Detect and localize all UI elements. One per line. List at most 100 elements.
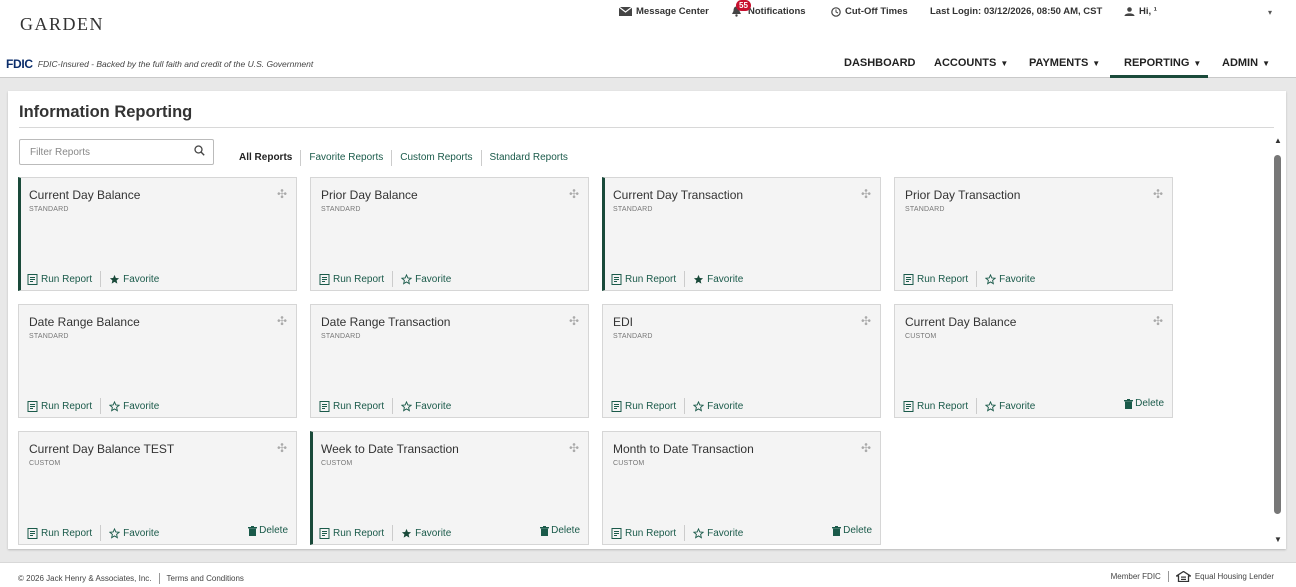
notifications-link[interactable]: 55 Notifications <box>731 0 806 17</box>
favorite-button[interactable]: Favorite <box>401 528 451 539</box>
star-outline-icon <box>109 400 121 412</box>
star-outline-icon <box>985 273 997 285</box>
run-report-button[interactable]: Run Report <box>903 273 968 285</box>
trash-icon <box>1124 398 1134 409</box>
tab-standard-reports[interactable]: Standard Reports <box>480 150 576 166</box>
run-report-button[interactable]: Run Report <box>611 527 676 539</box>
report-card: Prior Day Transaction STANDARD ✣ Run Report… <box>894 177 1173 291</box>
report-card: Current Day Balance TEST CUSTOM ✣ Run Repor… <box>18 431 297 545</box>
delete-button[interactable]: Delete <box>248 525 288 536</box>
report-card-type: STANDARD <box>905 206 945 213</box>
run-report-label: Run Report <box>625 400 677 412</box>
drag-handle-icon[interactable]: ✣ <box>569 441 579 455</box>
last-login-label: Last Login: 03/12/2026, 08:50 AM, CST <box>930 6 1103 17</box>
run-report-button[interactable]: Run Report <box>319 273 384 285</box>
run-report-button[interactable]: Run Report <box>611 273 676 285</box>
nav-admin[interactable]: ADMIN ▼ <box>1222 57 1270 69</box>
run-report-label: Run Report <box>41 273 93 285</box>
action-divider <box>100 271 102 287</box>
drag-handle-icon[interactable]: ✣ <box>1153 314 1163 328</box>
run-report-button[interactable]: Run Report <box>27 273 93 285</box>
delete-label: Delete <box>259 525 288 536</box>
favorite-button[interactable]: Favorite <box>109 274 159 285</box>
favorite-button[interactable]: Favorite <box>401 273 451 285</box>
user-menu[interactable]: Hi, ¹ <box>1124 6 1157 17</box>
star-outline-icon <box>693 400 705 412</box>
delete-button[interactable]: Delete <box>540 525 580 536</box>
file-report-icon <box>27 273 38 285</box>
user-icon <box>1124 7 1135 16</box>
favorite-button[interactable]: Favorite <box>401 400 451 412</box>
tab-custom-reports[interactable]: Custom Reports <box>391 150 480 166</box>
drag-handle-icon[interactable]: ✣ <box>861 441 871 455</box>
scroll-down-arrow[interactable]: ▼ <box>1274 535 1282 544</box>
delete-button[interactable]: Delete <box>832 525 872 536</box>
garden-logo[interactable]: GARDEN <box>20 14 104 35</box>
report-card-actions: Run Report Favorite <box>27 525 159 541</box>
drag-handle-icon[interactable]: ✣ <box>569 187 579 201</box>
favorite-label: Favorite <box>999 400 1036 412</box>
star-filled-icon <box>401 528 412 539</box>
action-divider <box>100 525 102 541</box>
filter-reports-input[interactable] <box>19 139 214 165</box>
favorite-button[interactable]: Favorite <box>109 527 159 539</box>
drag-handle-icon[interactable]: ✣ <box>861 187 871 201</box>
notification-count-badge: 55 <box>736 0 751 11</box>
report-card: Current Day Balance CUSTOM ✣ Run Report Favo… <box>894 304 1173 418</box>
action-divider <box>684 398 686 414</box>
run-report-button[interactable]: Run Report <box>903 400 968 412</box>
action-divider <box>684 525 686 541</box>
drag-handle-icon[interactable]: ✣ <box>1153 187 1163 201</box>
report-card-type: CUSTOM <box>905 333 937 340</box>
scrollbar-thumb[interactable] <box>1274 155 1281 514</box>
scroll-up-arrow[interactable]: ▲ <box>1274 136 1282 145</box>
tab-all-reports[interactable]: All Reports <box>239 150 300 166</box>
report-card-actions: Run Report Favorite <box>319 271 451 287</box>
report-card: Month to Date Transaction CUSTOM ✣ Run Repo… <box>602 431 881 545</box>
cutoff-times-link[interactable]: Cut-Off Times <box>831 6 908 17</box>
nav-reporting[interactable]: REPORTING ▼ <box>1124 57 1201 69</box>
tab-favorite-reports[interactable]: Favorite Reports <box>300 150 391 166</box>
message-center-link[interactable]: Message Center <box>619 6 709 17</box>
run-report-button[interactable]: Run Report <box>319 527 385 539</box>
favorite-button[interactable]: Favorite <box>693 274 743 285</box>
action-divider <box>684 271 686 287</box>
run-report-button[interactable]: Run Report <box>27 400 92 412</box>
run-report-label: Run Report <box>333 527 385 539</box>
report-card-actions: Run Report Favorite <box>27 271 159 287</box>
nav-accounts[interactable]: ACCOUNTS ▼ <box>934 57 1008 69</box>
run-report-button[interactable]: Run Report <box>611 400 677 412</box>
search-icon[interactable] <box>194 145 205 156</box>
action-divider <box>392 525 394 541</box>
favorite-button[interactable]: Favorite <box>693 400 743 412</box>
nav-payments[interactable]: PAYMENTS ▼ <box>1029 57 1100 69</box>
favorite-button[interactable]: Favorite <box>985 273 1035 285</box>
report-card-title: Current Day Transaction <box>613 188 744 202</box>
information-reporting-panel: Information Reporting All Reports Favori… <box>8 91 1286 549</box>
drag-handle-icon[interactable]: ✣ <box>277 441 287 455</box>
drag-handle-icon[interactable]: ✣ <box>861 314 871 328</box>
report-card: Date Range Balance STANDARD ✣ Run Report Fav… <box>18 304 297 418</box>
top-bar: GARDEN Message Center 55 Notifications C… <box>0 0 1296 78</box>
report-card-title: Prior Day Transaction <box>905 188 1021 202</box>
nav-dashboard[interactable]: DASHBOARD <box>844 57 916 69</box>
user-menu-chevron-icon[interactable]: ▾ <box>1268 8 1272 17</box>
drag-handle-icon[interactable]: ✣ <box>277 314 287 328</box>
favorite-button[interactable]: Favorite <box>985 400 1036 412</box>
report-card-type: STANDARD <box>321 206 361 213</box>
favorite-label: Favorite <box>415 527 452 539</box>
run-report-button[interactable]: Run Report <box>319 400 384 412</box>
report-card-type: CUSTOM <box>321 460 353 467</box>
delete-button[interactable]: Delete <box>1124 398 1164 409</box>
drag-handle-icon[interactable]: ✣ <box>569 314 579 328</box>
terms-link[interactable]: Terms and Conditions <box>167 574 244 583</box>
drag-handle-icon[interactable]: ✣ <box>277 187 287 201</box>
run-report-button[interactable]: Run Report <box>27 527 92 539</box>
file-report-icon <box>903 273 914 285</box>
favorite-button[interactable]: Favorite <box>109 400 159 412</box>
report-card-title: Current Day Balance <box>905 315 1017 329</box>
report-card-type: STANDARD <box>613 206 653 213</box>
last-login-text: Last Login: 03/12/2026, 08:50 AM, CST <box>930 6 1102 17</box>
nav-payments-label: PAYMENTS <box>1029 57 1089 69</box>
favorite-button[interactable]: Favorite <box>693 527 743 539</box>
